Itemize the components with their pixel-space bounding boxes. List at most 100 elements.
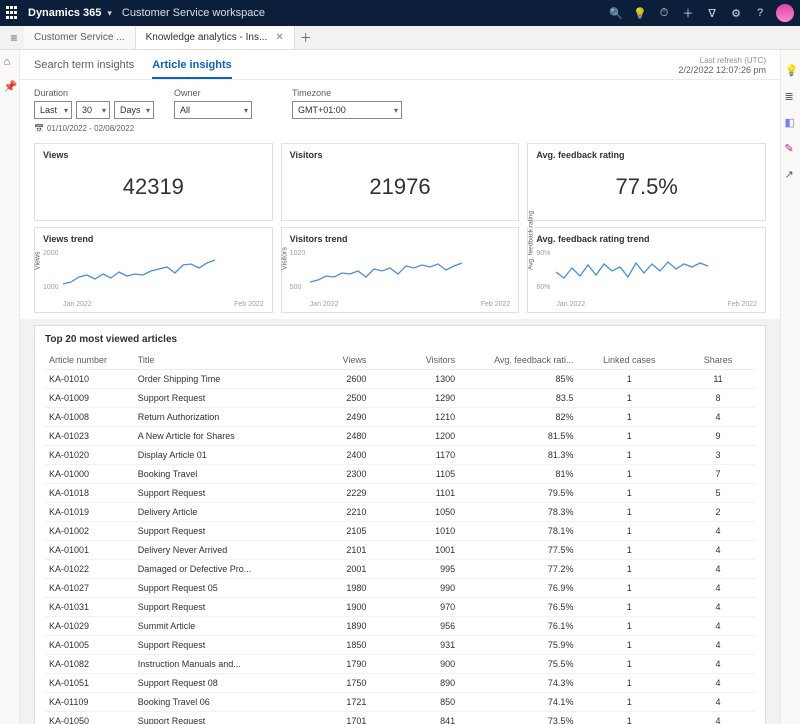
cell-visitors: 1101 xyxy=(370,484,459,503)
table-row[interactable]: KA-01109Booking Travel 06172185074.1%14 xyxy=(45,693,755,712)
card-title: Avg. feedback rating xyxy=(536,150,757,160)
app-launcher-icon[interactable] xyxy=(6,6,20,20)
cell-id: KA-01008 xyxy=(45,408,134,427)
table-row[interactable]: KA-01019Delivery Article2210105078.3%12 xyxy=(45,503,755,522)
settings-icon[interactable]: ⚙ xyxy=(724,1,748,25)
kpi-visitors-card: Visitors 21976 xyxy=(281,143,520,221)
filter-icon[interactable]: ∇ xyxy=(700,1,724,25)
duration-count-select[interactable]: 30 xyxy=(76,101,110,119)
cell-shares: 11 xyxy=(681,370,755,389)
cell-visitors: 990 xyxy=(370,579,459,598)
col-title[interactable]: Title xyxy=(134,351,297,370)
duration-mode-select[interactable]: Last xyxy=(34,101,72,119)
cell-rating: 77.2% xyxy=(459,560,577,579)
col-linked-cases[interactable]: Linked cases xyxy=(577,351,681,370)
cell-rating: 76.1% xyxy=(459,617,577,636)
cell-title: Support Request xyxy=(134,636,297,655)
cell-visitors: 1170 xyxy=(370,446,459,465)
table-row[interactable]: KA-01002Support Request2105101078.1%14 xyxy=(45,522,755,541)
table-row[interactable]: KA-01023A New Article for Shares24801200… xyxy=(45,427,755,446)
hamburger-icon[interactable]: ≡ xyxy=(4,26,24,49)
cell-visitors: 1050 xyxy=(370,503,459,522)
pin-icon[interactable]: 📌 xyxy=(4,80,16,92)
cell-rating: 85% xyxy=(459,370,577,389)
table-row[interactable]: KA-01009Support Request2500129083.518 xyxy=(45,389,755,408)
avatar[interactable] xyxy=(776,4,794,22)
col-rating[interactable]: Avg. feedback rati... xyxy=(459,351,577,370)
trend-cards-row: Views trend Views 2000 1000 Jan 2022 Feb… xyxy=(20,227,780,319)
col-shares[interactable]: Shares xyxy=(681,351,755,370)
table-row[interactable]: KA-01001Delivery Never Arrived2101100177… xyxy=(45,541,755,560)
rail-teams-icon[interactable]: ◧ xyxy=(785,116,797,128)
cell-shares: 4 xyxy=(681,522,755,541)
help-icon[interactable]: ? xyxy=(748,1,772,25)
table-row[interactable]: KA-01018Support Request2229110179.5%15 xyxy=(45,484,755,503)
table-row[interactable]: KA-01022Damaged or Defective Pro...20019… xyxy=(45,560,755,579)
last-refresh-label: Last refresh (UTC) xyxy=(678,56,766,65)
table-row[interactable]: KA-01010Order Shipping Time2600130085%11… xyxy=(45,370,755,389)
col-article-number[interactable]: Article number xyxy=(45,351,134,370)
cell-shares: 4 xyxy=(681,693,755,712)
cell-title: Support Request 05 xyxy=(134,579,297,598)
search-icon[interactable]: 🔍 xyxy=(604,1,628,25)
cell-views: 2600 xyxy=(296,370,370,389)
duration-unit-select[interactable]: Days xyxy=(114,101,154,119)
col-visitors[interactable]: Visitors xyxy=(370,351,459,370)
timer-icon[interactable]: ⏱ xyxy=(652,1,676,25)
cell-id: KA-01082 xyxy=(45,655,134,674)
rail-lightbulb-icon[interactable]: 💡 xyxy=(785,64,797,76)
cell-shares: 2 xyxy=(681,503,755,522)
close-icon[interactable]: ✕ xyxy=(275,32,283,43)
table-row[interactable]: KA-01000Booking Travel2300110581%17 xyxy=(45,465,755,484)
cell-shares: 5 xyxy=(681,484,755,503)
tab-knowledge-analytics[interactable]: Knowledge analytics - Ins...✕ xyxy=(136,26,295,49)
cell-shares: 4 xyxy=(681,560,755,579)
table-row[interactable]: KA-01051Support Request 08175089074.3%14 xyxy=(45,674,755,693)
cell-title: Damaged or Defective Pro... xyxy=(134,560,297,579)
rail-share-icon[interactable]: ↗ xyxy=(785,168,797,180)
cell-rating: 76.5% xyxy=(459,598,577,617)
table-row[interactable]: KA-01027Support Request 05198099076.9%14 xyxy=(45,579,755,598)
table-row[interactable]: KA-01031Support Request190097076.5%14 xyxy=(45,598,755,617)
timezone-select[interactable]: GMT+01:00 xyxy=(292,101,402,119)
assistant-icon[interactable]: 💡 xyxy=(628,1,652,25)
cell-visitors: 970 xyxy=(370,598,459,617)
cell-visitors: 956 xyxy=(370,617,459,636)
table-row[interactable]: KA-01050Support Request170184173.5%14 xyxy=(45,712,755,724)
home-icon[interactable]: ⌂ xyxy=(4,56,16,68)
subtab-article-insights[interactable]: Article insights xyxy=(152,59,231,79)
cell-id: KA-01050 xyxy=(45,712,134,724)
card-title: Views trend xyxy=(43,234,264,244)
cell-title: Return Authorization xyxy=(134,408,297,427)
cell-visitors: 1300 xyxy=(370,370,459,389)
cell-title: Booking Travel 06 xyxy=(134,693,297,712)
owner-select[interactable]: All xyxy=(174,101,252,119)
cell-rating: 79.5% xyxy=(459,484,577,503)
cell-cases: 1 xyxy=(577,636,681,655)
sparkline xyxy=(556,250,716,294)
table-row[interactable]: KA-01008Return Authorization2490121082%1… xyxy=(45,408,755,427)
add-icon[interactable]: ＋ xyxy=(676,1,700,25)
table-row[interactable]: KA-01005Support Request185093175.9%14 xyxy=(45,636,755,655)
filter-owner: Owner All xyxy=(174,88,252,133)
cell-title: Summit Article xyxy=(134,617,297,636)
table-title: Top 20 most viewed articles xyxy=(45,334,755,345)
cell-title: A New Article for Shares xyxy=(134,427,297,446)
cell-visitors: 890 xyxy=(370,674,459,693)
cell-cases: 1 xyxy=(577,598,681,617)
cell-rating: 77.5% xyxy=(459,541,577,560)
table-row[interactable]: KA-01082Instruction Manuals and...179090… xyxy=(45,655,755,674)
cell-shares: 4 xyxy=(681,636,755,655)
table-row[interactable]: KA-01029Summit Article189095676.1%14 xyxy=(45,617,755,636)
table-row[interactable]: KA-01020Display Article 012400117081.3%1… xyxy=(45,446,755,465)
cell-visitors: 931 xyxy=(370,636,459,655)
new-tab-button[interactable]: ＋ xyxy=(295,26,317,49)
cell-rating: 75.5% xyxy=(459,655,577,674)
cell-visitors: 1210 xyxy=(370,408,459,427)
subtab-search-term-insights[interactable]: Search term insights xyxy=(34,59,134,79)
tab-customer-service[interactable]: Customer Service ... xyxy=(24,26,136,49)
chevron-down-icon[interactable]: ▾ xyxy=(107,8,112,19)
rail-edit-icon[interactable]: ✎ xyxy=(785,142,797,154)
col-views[interactable]: Views xyxy=(296,351,370,370)
rail-list-icon[interactable]: ≣ xyxy=(785,90,797,102)
